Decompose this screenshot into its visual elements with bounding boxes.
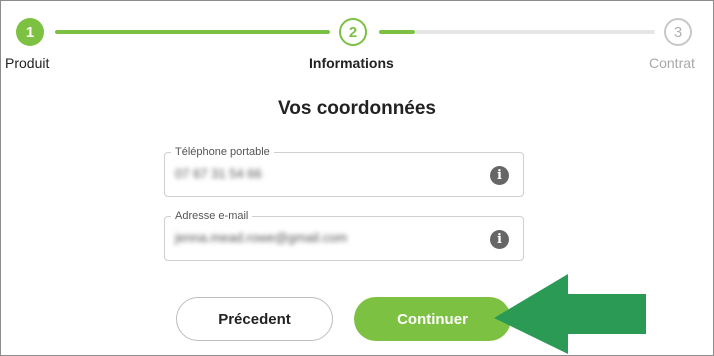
step-1-indicator: 1 (16, 18, 44, 46)
step-connector-1-2 (55, 30, 330, 34)
step-3-indicator: 3 (664, 18, 692, 46)
step-2-indicator: 2 (339, 18, 367, 46)
info-icon[interactable]: i (490, 230, 509, 249)
annotation-arrow-icon (494, 274, 646, 354)
step-1-label: Produit (5, 55, 50, 71)
step-connector-2-3-remaining (415, 30, 655, 34)
continue-button[interactable]: Continuer (354, 297, 511, 341)
phone-field-label: Téléphone portable (171, 144, 274, 160)
step-2-number: 2 (348, 23, 358, 41)
email-field[interactable]: Adresse e-mail jenna.mead.rowe@gmail.com… (164, 208, 524, 261)
phone-field-value: 07 67 31 54 66 (175, 166, 262, 181)
step-connector-2-3-progress (379, 30, 415, 34)
step-3-number: 3 (673, 23, 683, 41)
info-icon[interactable]: i (490, 166, 509, 185)
step-3-label: Contrat (649, 55, 695, 71)
previous-button[interactable]: Précedent (176, 297, 333, 341)
section-title: Vos coordonnées (277, 98, 436, 119)
step-1-number: 1 (25, 23, 35, 41)
phone-field[interactable]: Téléphone portable 07 67 31 54 66 i (164, 144, 524, 197)
email-field-label: Adresse e-mail (171, 208, 253, 224)
step-2-label: Informations (309, 55, 394, 71)
email-field-value: jenna.mead.rowe@gmail.com (175, 230, 348, 245)
